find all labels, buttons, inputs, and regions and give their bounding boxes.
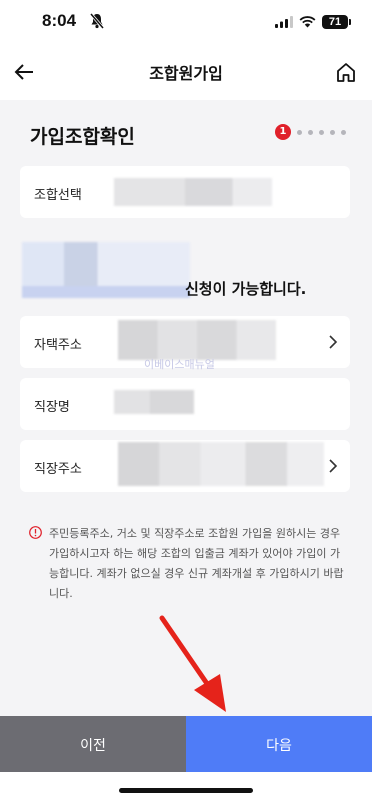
step-dot — [297, 129, 302, 135]
workplace-name-label: 직장명 — [34, 400, 70, 415]
selected-union-name — [22, 242, 190, 298]
workplace-name-value — [114, 390, 194, 414]
page-title: 조합원가입 — [149, 64, 223, 83]
step-dot — [341, 129, 346, 135]
home-button[interactable] — [330, 56, 362, 88]
union-select-label: 조합선택 — [34, 188, 82, 203]
battery-indicator: 71 — [322, 15, 351, 29]
workplace-address-value — [118, 442, 324, 486]
signal-icon — [275, 16, 293, 28]
union-select-card[interactable]: 조합선택 — [20, 166, 350, 218]
workplace-address-card[interactable]: 직장주소 — [20, 440, 350, 492]
home-address-label: 자택주소 — [34, 338, 82, 353]
exclamation-circle-icon — [29, 526, 42, 539]
status-time: 8:04 — [42, 11, 77, 30]
home-indicator — [119, 788, 253, 793]
status-bar: 8:04 71 — [0, 0, 372, 44]
watermark: 이베이스매뉴얼 — [144, 358, 215, 371]
status-icons: 71 — [275, 13, 351, 31]
workplace-address-label: 직장주소 — [34, 462, 82, 477]
home-address-value — [118, 320, 276, 360]
bell-muted-icon — [89, 13, 105, 29]
chevron-right-icon — [329, 459, 338, 473]
section-title: 가입조합확인 — [30, 126, 135, 148]
home-icon — [337, 63, 355, 82]
navigation-bar: 조합원가입 — [0, 44, 372, 100]
notice-text: 주민등록주소, 거소 및 직장주소로 조합원 가입을 원하시는 경우 가입하시고… — [49, 527, 344, 600]
current-step-badge: 1 — [275, 124, 291, 140]
step-dot — [308, 129, 313, 135]
prev-button[interactable]: 이전 — [0, 716, 186, 772]
step-dot — [319, 129, 324, 135]
eligibility-message: 신청이 가능합니다. — [185, 280, 307, 298]
step-dot — [330, 129, 335, 135]
footer: 이전 다음 — [0, 716, 372, 800]
step-indicator: 1 — [275, 124, 346, 140]
wifi-icon — [299, 16, 316, 28]
next-button[interactable]: 다음 — [186, 716, 372, 772]
union-name-value — [114, 178, 272, 206]
footer-base — [0, 772, 372, 800]
annotation-arrow-icon — [159, 615, 226, 712]
chevron-right-icon — [329, 335, 338, 349]
workplace-name-card[interactable]: 직장명 — [20, 378, 350, 430]
